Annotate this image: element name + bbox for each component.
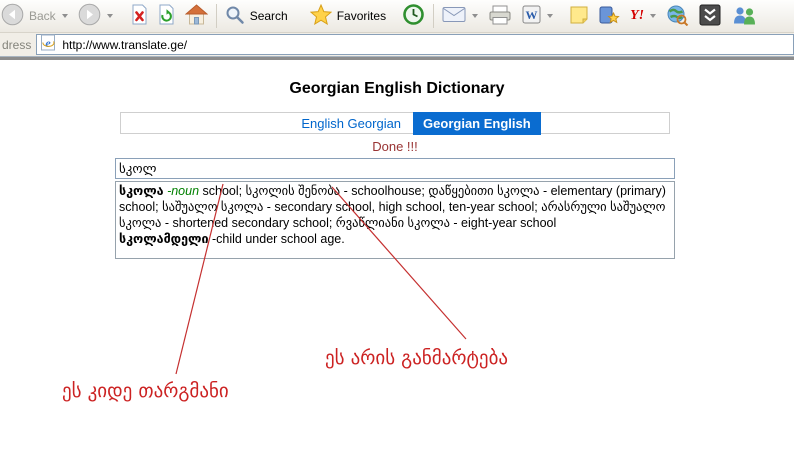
- dictionary-panel: English Georgian Georgian English Done !…: [115, 111, 675, 259]
- note-icon: [569, 5, 589, 28]
- favorites-star-icon: [309, 3, 332, 28]
- toolbar-separator: [433, 4, 435, 28]
- stop-button[interactable]: [126, 1, 153, 31]
- mail-icon: [442, 6, 466, 26]
- entry-definition: -child under school age.: [208, 232, 345, 246]
- search-icon: [225, 5, 245, 28]
- messenger-star-button[interactable]: [594, 1, 625, 31]
- address-bar: dress e: [0, 33, 794, 56]
- forward-icon: [78, 3, 101, 29]
- forward-button[interactable]: [73, 1, 118, 31]
- annotation-translation: ეს კიდე თარგმანი: [62, 380, 229, 402]
- home-icon: [184, 4, 209, 28]
- edit-with-word-button[interactable]: W: [517, 1, 558, 31]
- ie-page-icon: e: [40, 34, 56, 56]
- url-input[interactable]: [60, 35, 790, 54]
- favorites-label: Favorites: [336, 9, 387, 23]
- search-label: Search: [249, 9, 288, 23]
- status-text: Done !!!: [372, 139, 418, 154]
- page-content: Georgian English Dictionary English Geor…: [0, 60, 794, 454]
- back-dropdown-icon[interactable]: [61, 14, 68, 18]
- mail-button[interactable]: [437, 1, 483, 31]
- address-label: dress: [2, 37, 32, 52]
- home-button[interactable]: [180, 1, 213, 31]
- tab-english-georgian[interactable]: English Georgian: [301, 116, 401, 131]
- yahoo-button[interactable]: Y!: [625, 1, 661, 31]
- browser-toolbar: Back Search Favorites W Y!: [0, 0, 794, 33]
- tab-bar: English Georgian Georgian English: [120, 111, 670, 135]
- entry-headword: სკოლა: [119, 184, 164, 198]
- entry-definition: school; სკოლის შენობა - schoolhouse; დაწ…: [119, 184, 666, 230]
- history-button[interactable]: [397, 1, 430, 31]
- print-button[interactable]: [483, 1, 517, 31]
- edit-dropdown-icon[interactable]: [547, 14, 554, 18]
- search-box: [115, 158, 675, 179]
- toolbar-separator: [215, 4, 217, 28]
- messenger-star-icon: [599, 5, 620, 28]
- stop-icon: [131, 4, 148, 28]
- print-icon: [488, 5, 512, 28]
- yahoo-dropdown-icon[interactable]: [650, 14, 657, 18]
- dictionary-search-input[interactable]: [115, 158, 675, 179]
- entry-headword: სკოლამდელი: [119, 232, 209, 246]
- back-icon: [1, 3, 24, 29]
- mail-dropdown-icon[interactable]: [472, 14, 479, 18]
- back-button[interactable]: Back: [0, 1, 73, 31]
- browser-window: Back Search Favorites W Y! dress e http:…: [0, 0, 794, 454]
- globe-search-icon: [666, 4, 689, 29]
- history-icon: [402, 3, 425, 29]
- people-icon: [731, 5, 758, 28]
- favorites-button[interactable]: Favorites: [305, 1, 391, 31]
- double-chevron-icon: [699, 4, 721, 29]
- refresh-button[interactable]: [153, 1, 180, 31]
- tab-georgian-english[interactable]: Georgian English: [413, 111, 541, 135]
- dictionary-entry: სკოლა -noun school; სკოლის შენობა - scho…: [119, 183, 671, 231]
- annotation-definition: ეს არის განმარტება: [325, 347, 509, 369]
- results-box: სკოლა -noun school; სკოლის შენობა - scho…: [115, 181, 675, 259]
- entry-part-of-speech: -noun: [163, 184, 200, 198]
- msn-messenger-button[interactable]: [726, 1, 763, 31]
- forward-dropdown-icon[interactable]: [106, 14, 113, 18]
- address-input-box[interactable]: e: [36, 34, 794, 55]
- yahoo-icon: Y!: [630, 8, 645, 23]
- dictionary-entry: სკოლამდელი -child under school age.: [119, 231, 671, 247]
- svg-text:e: e: [46, 36, 52, 50]
- search-button[interactable]: Search: [220, 1, 293, 31]
- page-title: Georgian English Dictionary: [289, 80, 505, 97]
- svg-text:W: W: [526, 8, 538, 22]
- messenger-note-button[interactable]: [564, 1, 594, 31]
- toolbar-options-button[interactable]: [694, 1, 726, 31]
- refresh-icon: [158, 4, 175, 28]
- word-icon: W: [522, 5, 541, 27]
- translate-globe-button[interactable]: [661, 1, 694, 31]
- back-label: Back: [29, 9, 56, 23]
